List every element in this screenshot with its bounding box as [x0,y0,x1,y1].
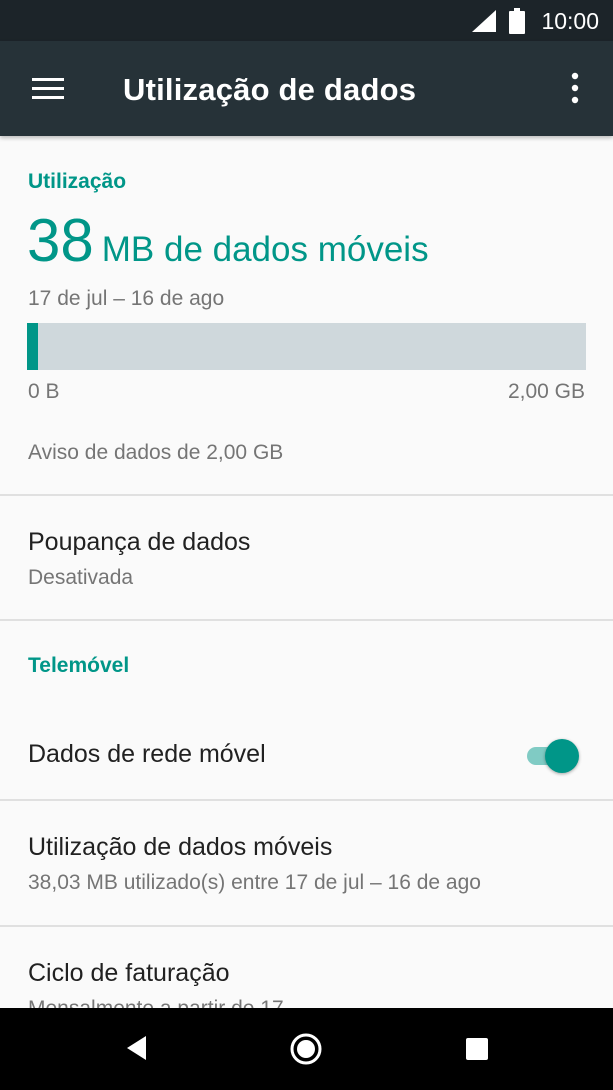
navigation-bar [0,1008,613,1090]
usage-progress-fill [27,323,38,370]
toggle-thumb [545,739,579,773]
usage-amount: 38 [27,207,94,274]
status-time: 10:00 [541,8,599,34]
billing-cycle-row[interactable]: Ciclo de faturação Mensalmente a partir … [0,927,613,1008]
usage-bar-min-label: 0 B [28,380,60,403]
usage-summary: 38 MB de dados móveis [27,206,429,275]
mobile-network-data-row[interactable]: Dados de rede móvel [0,706,613,799]
page-title: Utilização de dados [123,72,417,107]
usage-unit: MB de dados móveis [101,230,429,269]
settings-content[interactable]: Utilização 38 MB de dados móveis 17 de ju… [0,136,613,1008]
mobile-data-usage-title: Utilização de dados móveis [28,833,333,861]
mobile-data-usage-summary: 38,03 MB utilizado(s) entre 17 de jul – … [28,871,481,894]
mobile-section-header: Telemóvel [28,654,130,677]
mobile-data-usage-row[interactable]: Utilização de dados móveis 38,03 MB util… [0,801,613,925]
app-bar: Utilização de dados [0,41,613,136]
signal-icon [472,10,496,32]
status-bar: 10:00 [0,0,613,41]
usage-bar-max-label: 2,00 GB [507,380,585,403]
menu-icon[interactable] [24,71,72,107]
mobile-data-toggle[interactable] [525,737,581,773]
billing-cycle-title: Ciclo de faturação [28,959,230,987]
data-saver-row[interactable]: Poupança de dados Desativada [0,496,613,619]
usage-section-header: Utilização [28,170,127,193]
mobile-network-data-title: Dados de rede móvel [28,740,266,768]
data-warning-text: Aviso de dados de 2,00 GB [28,441,284,464]
battery-icon [509,8,525,34]
back-icon[interactable] [124,1032,150,1064]
usage-progress-bar [27,323,586,370]
recents-icon[interactable] [465,1037,489,1061]
home-icon[interactable] [289,1032,323,1066]
data-saver-status: Desativada [28,566,134,589]
more-options-icon[interactable] [560,69,590,109]
billing-cycle-summary: Mensalmente a partir de 17 [28,997,284,1008]
divider [0,619,613,621]
data-saver-title: Poupança de dados [28,528,251,556]
usage-period: 17 de jul – 16 de ago [28,287,225,310]
